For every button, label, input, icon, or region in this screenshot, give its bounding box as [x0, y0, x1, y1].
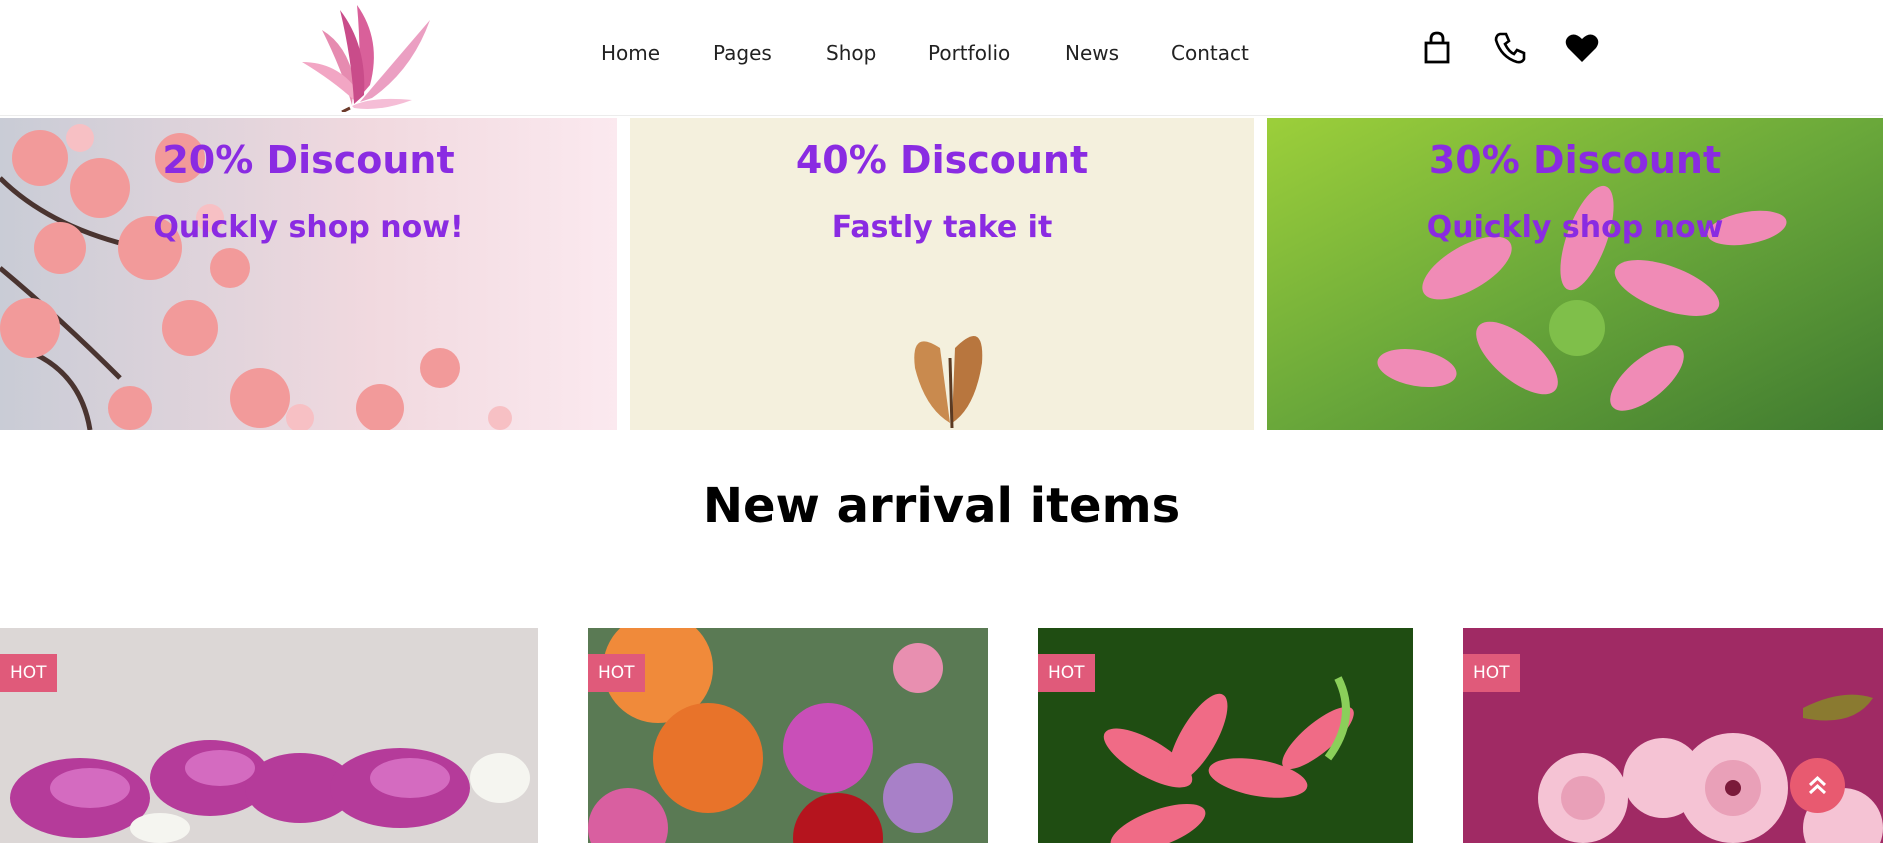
hot-badge: HOT	[1038, 654, 1095, 692]
site-header: Home Pages Shop Portfolio News Contact	[0, 0, 1883, 116]
hot-badge: HOT	[1463, 654, 1520, 692]
product-card[interactable]: HOT	[0, 628, 538, 843]
banner-title: 40% Discount	[795, 138, 1089, 182]
nav-home[interactable]: Home	[601, 38, 660, 68]
hot-badge: HOT	[588, 654, 645, 692]
phone-icon[interactable]	[1492, 30, 1528, 66]
dahlia-image	[588, 628, 988, 843]
product-card[interactable]: HOT	[588, 628, 988, 843]
banner-subtitle: Fastly take it	[831, 210, 1053, 245]
heart-icon[interactable]	[1564, 30, 1600, 66]
banner-title: 30% Discount	[1428, 138, 1722, 182]
nav-shop[interactable]: Shop	[826, 38, 876, 68]
discount-banner-2[interactable]: 40% Discount Fastly take it	[630, 118, 1254, 430]
nav-news[interactable]: News	[1065, 38, 1119, 68]
nav-portfolio[interactable]: Portfolio	[928, 38, 1010, 68]
nav-contact[interactable]: Contact	[1171, 38, 1249, 68]
discount-banner-1[interactable]: 20% Discount Quickly shop now!	[0, 118, 617, 430]
main-nav: Home Pages Shop Portfolio News Contact	[0, 38, 1883, 68]
scroll-to-top-button[interactable]	[1790, 758, 1845, 813]
banner-title: 20% Discount	[162, 138, 455, 182]
hot-badge: HOT	[0, 654, 57, 692]
banner-subtitle: Quickly shop now!	[153, 210, 464, 245]
discount-banner-3[interactable]: 30% Discount Quickly shop now	[1267, 118, 1883, 430]
product-card[interactable]: HOT	[1038, 628, 1413, 843]
section-title: New arrival items	[702, 478, 1181, 534]
double-chevron-up-icon	[1808, 775, 1827, 795]
banner-subtitle: Quickly shop now	[1426, 210, 1724, 245]
nav-pages[interactable]: Pages	[713, 38, 772, 68]
shopping-bag-icon[interactable]	[1419, 30, 1455, 66]
peony-image	[0, 628, 538, 843]
